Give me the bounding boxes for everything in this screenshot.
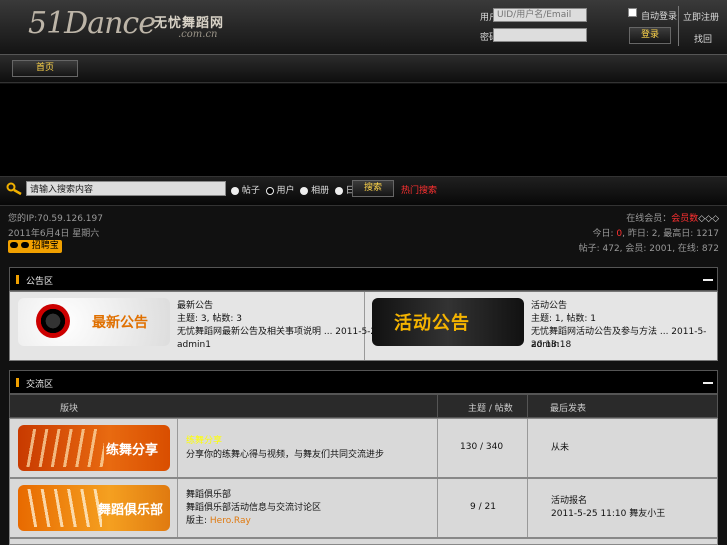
forum-name[interactable]: 舞蹈俱乐部 — [186, 489, 231, 502]
dancers-icon — [24, 489, 102, 527]
divider — [437, 395, 438, 417]
username-input[interactable] — [493, 8, 587, 22]
forum-counts: 130 / 340 — [460, 442, 504, 452]
banner-area — [0, 84, 727, 176]
divider — [527, 479, 528, 537]
forum-header: 交流区 — [9, 370, 718, 394]
dancers-icon — [24, 429, 104, 467]
forum-desc: 分享你的练舞心得与视频，与舞友们共同交流进步 — [186, 450, 385, 460]
search-option-radio[interactable] — [334, 186, 343, 195]
logo-text: 51Dance — [28, 6, 156, 41]
forum-thumb[interactable]: 舞蹈俱乐部 — [18, 485, 170, 531]
search-options: 帖子 用户 相册 日志 — [231, 183, 364, 196]
forum-title: 交流区 — [26, 380, 54, 390]
forum-mods: 版主: Hero.Ray — [186, 515, 251, 528]
moderator-link[interactable]: Hero.Ray — [210, 516, 251, 526]
diamond-icon: ◇◇◇ — [698, 214, 719, 224]
nav-item-home[interactable]: 首页 — [12, 60, 78, 77]
collapse-icon[interactable] — [703, 382, 713, 384]
forum-desc: 舞蹈俱乐部活动信息与交流讨论区 — [186, 503, 322, 513]
forum-last-time-value: 2011-5-25 11:10 — [551, 509, 627, 519]
forum-table-header: 版块 主题 / 帖数 最后发表 — [9, 394, 718, 418]
section-marker — [16, 378, 19, 387]
divider — [527, 419, 528, 477]
ip-info: 您的IP:70.59.126.197 — [8, 214, 103, 224]
eyes-icon — [20, 242, 29, 248]
announce-thumb-label: 最新公告 — [92, 315, 148, 331]
search-input[interactable] — [26, 181, 226, 196]
register-link[interactable]: 立即注册 — [683, 10, 719, 23]
search-option-label: 帖子 — [241, 186, 260, 196]
announce-name[interactable]: 最新公告 — [177, 300, 213, 313]
announce-stats: 主题: 1, 帖数: 1 — [531, 314, 596, 324]
announce-thumb[interactable]: 活动公告 — [372, 298, 524, 346]
site-logo[interactable]: 51Dance 无忧舞蹈网 .com.cn — [28, 4, 258, 46]
stats-totals: 帖子: 472, 会员: 2001, 在线: 872 — [578, 244, 719, 254]
job-badge-label: 招聘宝 — [31, 241, 59, 251]
announce-panel: 最新公告 最新公告 主题: 3, 帖数: 3 无忧舞蹈网最新公告及相关事项说明 … — [9, 291, 718, 361]
column-header: 版块 — [60, 404, 79, 414]
section-marker — [16, 275, 19, 284]
table-row: 练舞分享 练舞分享 分享你的练舞心得与视频，与舞友们共同交流进步 130 / 3… — [9, 418, 718, 478]
forum-mods-label: 版主: — [186, 516, 210, 526]
search-option-radio[interactable] — [265, 186, 274, 195]
search-option-radio[interactable] — [300, 186, 309, 195]
header: 51Dance 无忧舞蹈网 .com.cn 用户 密码 自动登录 登录 立即注册… — [0, 0, 727, 55]
eyes-icon — [10, 242, 18, 248]
forum-last-title[interactable]: 活动报名 — [551, 495, 587, 508]
header-divider — [678, 6, 679, 46]
forum-name[interactable]: 练舞分享 — [186, 435, 222, 448]
login-button[interactable]: 登录 — [629, 27, 671, 44]
search-icon — [6, 182, 22, 196]
announce-name[interactable]: 活动公告 — [531, 300, 567, 313]
column-header: 最后发表 — [550, 404, 587, 414]
table-row — [9, 538, 718, 545]
forum-thumb[interactable]: 练舞分享 — [18, 425, 170, 471]
online-members-value[interactable]: 会员数 — [671, 214, 698, 224]
date-info: 2011年6月4日 星期六 — [8, 229, 100, 239]
announce-header: 公告区 — [9, 267, 718, 291]
search-bar: 帖子 用户 相册 日志 搜索 热门搜索 — [0, 176, 727, 206]
online-members: 在线会员：会员数◇◇◇ — [626, 211, 719, 224]
job-badge[interactable]: 招聘宝 — [8, 240, 62, 253]
divider — [437, 419, 438, 477]
stats-today-label: 今日: — [592, 229, 617, 239]
search-option-label: 用户 — [276, 186, 295, 196]
forum-last-time: 2011-5-25 11:10 舞友小王 — [551, 508, 665, 521]
search-option-radio[interactable] — [231, 186, 239, 195]
divider — [177, 419, 178, 477]
forum-last-user[interactable]: 舞友小王 — [629, 509, 665, 519]
column-header: 主题 / 帖数 — [468, 404, 513, 414]
forum-thumb-label: 练舞分享 — [106, 443, 159, 458]
search-option-label: 相册 — [311, 186, 330, 196]
table-row: 舞蹈俱乐部 舞蹈俱乐部 舞蹈俱乐部活动信息与交流讨论区 版主: Hero.Ray… — [9, 478, 718, 538]
announce-thumb-label: 活动公告 — [394, 313, 470, 334]
collapse-icon[interactable] — [703, 279, 713, 281]
forum-thumb-label: 舞蹈俱乐部 — [98, 503, 164, 518]
forgot-link[interactable]: 找回 — [694, 32, 712, 45]
announce-user[interactable]: admin — [531, 339, 559, 352]
announce-stats: 主题: 3, 帖数: 3 — [177, 314, 242, 324]
stats-today: 今日: 0, 昨日: 2, 最高日: 1217 — [592, 226, 719, 239]
announce-title: 公告区 — [26, 277, 54, 287]
announce-thumb[interactable]: 最新公告 — [18, 298, 170, 346]
stats-max-value: 1217 — [696, 229, 719, 239]
search-button[interactable]: 搜索 — [352, 180, 394, 197]
announce-user[interactable]: admin1 — [177, 339, 211, 352]
hot-search-link[interactable]: 热门搜索 — [401, 183, 437, 196]
password-input[interactable] — [493, 28, 587, 42]
divider — [527, 395, 528, 417]
stats-max-label: , 最高日: — [657, 229, 697, 239]
forum-last-title: 从未 — [551, 443, 570, 453]
remember-label: 自动登录 — [641, 12, 678, 22]
speaker-icon — [36, 304, 70, 338]
divider — [437, 479, 438, 537]
stats-yesterday-label: , 昨日: — [622, 229, 652, 239]
divider — [177, 479, 178, 537]
forum-counts: 9 / 21 — [470, 502, 496, 512]
main-nav: 首页 — [0, 55, 727, 83]
remember-checkbox[interactable] — [628, 8, 637, 17]
online-members-label: 在线会员： — [626, 214, 672, 224]
logo-domain: .com.cn — [178, 29, 218, 40]
